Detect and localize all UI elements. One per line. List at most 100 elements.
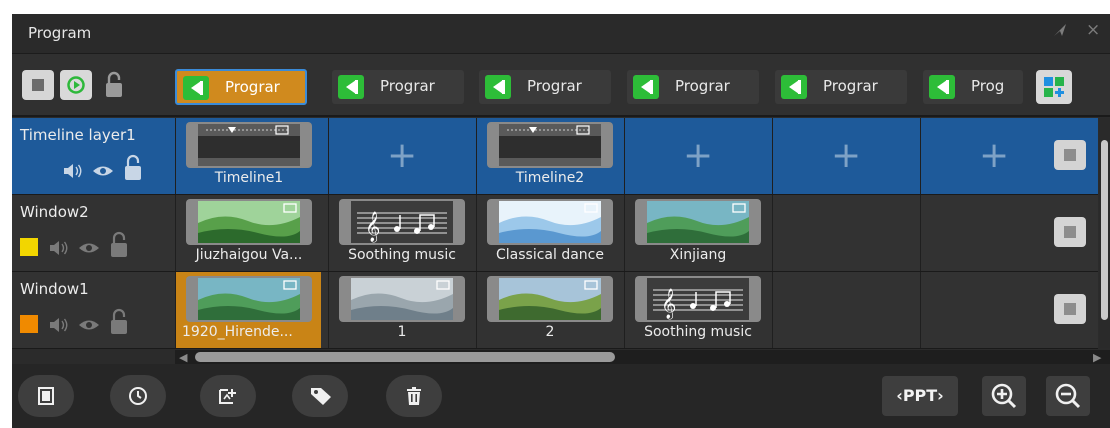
program-tab[interactable]: Prograr <box>627 70 759 104</box>
schedule-button[interactable] <box>110 375 166 417</box>
add-clip-cell[interactable]: + <box>328 118 474 194</box>
film-button[interactable] <box>18 375 74 417</box>
clip-thumbnail[interactable]: 𝄞 <box>635 276 761 322</box>
clip-thumbnail[interactable]: 𝄞 <box>339 199 465 245</box>
lock-icon[interactable] <box>104 70 124 100</box>
add-clip-icon[interactable]: + <box>387 138 417 174</box>
layer-color-swatch[interactable] <box>20 315 38 333</box>
clip-cell[interactable]: Timeline1 <box>175 118 321 194</box>
add-clip-icon[interactable]: + <box>979 138 1009 174</box>
clip-cell[interactable]: 𝄞 Soothing music <box>624 272 770 348</box>
layer-stop-button[interactable] <box>1054 140 1086 170</box>
clip-thumbnail[interactable] <box>487 276 613 322</box>
tag-button[interactable] <box>292 375 348 417</box>
layer-row[interactable]: Window2 Jiuzhaigou Va... 𝄞 Soothing music Cl… <box>12 195 1098 271</box>
eye-icon[interactable] <box>78 316 100 334</box>
program-play-icon <box>485 75 511 99</box>
clip-thumbnail[interactable] <box>186 276 312 322</box>
program-tab-label: Prograr <box>823 77 878 95</box>
add-clip-cell[interactable]: + <box>920 118 1066 194</box>
empty-cell[interactable] <box>920 195 1066 271</box>
ppt-button[interactable]: ‹PPT› <box>882 376 958 416</box>
lock-icon[interactable] <box>124 154 142 182</box>
empty-cell[interactable] <box>920 272 1066 348</box>
zoom-in-button[interactable] <box>982 376 1026 416</box>
clip-label: Timeline2 <box>515 170 585 186</box>
program-tab[interactable]: Prograr <box>332 70 464 104</box>
panel-title: Program <box>28 24 92 42</box>
add-program-button[interactable] <box>1036 70 1072 104</box>
program-tab[interactable]: Prograr <box>775 70 907 104</box>
image-thumbnail <box>499 201 601 243</box>
program-tab[interactable]: Prog <box>923 70 1023 104</box>
lock-icon[interactable] <box>110 231 128 259</box>
clip-thumbnail[interactable] <box>487 199 613 245</box>
layer-row[interactable]: Timeline layer1 Timeline1 + Timeline2 + + + <box>12 118 1098 194</box>
trash-icon <box>407 387 421 405</box>
horizontal-scroll-thumb[interactable] <box>195 352 615 362</box>
layer-stop-button[interactable] <box>1054 294 1086 324</box>
clip-cell[interactable]: Xinjiang <box>624 195 770 271</box>
layer-header[interactable]: Window2 <box>12 195 175 271</box>
program-tab[interactable]: Prograr <box>175 69 307 105</box>
title-bar: Program × <box>12 14 1110 54</box>
add-clip-icon[interactable]: + <box>831 138 861 174</box>
layer-color-swatch[interactable] <box>20 238 38 256</box>
layer-stop-button[interactable] <box>1054 217 1086 247</box>
clip-cell[interactable]: Timeline2 <box>476 118 622 194</box>
eye-icon[interactable] <box>92 162 114 180</box>
clip-thumbnail[interactable] <box>339 276 465 322</box>
program-header-row: Prograr Prograr Prograr Prograr Prograr Prog <box>12 54 1110 117</box>
add-clip-cell[interactable]: + <box>772 118 918 194</box>
clip-label: Jiuzhaigou Va... <box>195 247 303 263</box>
scroll-left-icon[interactable]: ◀ <box>179 351 187 364</box>
layer-name: Window1 <box>20 280 89 298</box>
clip-cell[interactable]: 1 <box>328 272 474 348</box>
horizontal-scrollbar[interactable]: ◀ ▶ <box>175 350 1110 364</box>
clip-cell[interactable]: Jiuzhaigou Va... <box>175 195 321 271</box>
speaker-icon[interactable] <box>48 316 70 334</box>
stop-all-button[interactable] <box>22 70 54 100</box>
clip-cell[interactable]: Classical dance <box>476 195 622 271</box>
clip-thumbnail[interactable] <box>186 122 312 168</box>
row-divider <box>12 271 1098 272</box>
scroll-right-icon[interactable]: ▶ <box>1093 351 1101 364</box>
lock-icon[interactable] <box>110 308 128 336</box>
clip-thumbnail[interactable] <box>186 199 312 245</box>
add-clip-cell[interactable]: + <box>624 118 770 194</box>
clip-label: Xinjiang <box>669 247 727 263</box>
layer-header[interactable]: Timeline layer1 <box>12 118 175 194</box>
delete-button[interactable] <box>386 375 442 417</box>
vertical-scroll-thumb[interactable] <box>1101 140 1108 320</box>
clip-cell[interactable]: 𝄞 Soothing music <box>328 195 474 271</box>
loop-play-icon <box>67 76 85 94</box>
empty-cell[interactable] <box>772 195 918 271</box>
clip-thumbnail[interactable] <box>487 122 613 168</box>
add-program-icon <box>1044 77 1064 97</box>
vertical-scrollbar[interactable] <box>1099 118 1110 348</box>
film-icon <box>38 387 54 405</box>
clock-icon <box>129 387 147 405</box>
clip-cell[interactable]: 2 <box>476 272 622 348</box>
zoom-out-button[interactable] <box>1046 376 1090 416</box>
add-media-icon <box>219 389 236 404</box>
layer-row[interactable]: Window1 1920_Hirende... 1 2 𝄞 Soothing music <box>12 272 1098 348</box>
add-media-button[interactable] <box>200 375 256 417</box>
loop-play-button[interactable] <box>60 70 92 100</box>
close-icon[interactable]: × <box>1086 20 1100 40</box>
pin-icon[interactable] <box>1052 22 1068 43</box>
program-play-icon <box>781 75 807 99</box>
empty-cell[interactable] <box>772 272 918 348</box>
image-thumbnail <box>647 201 749 243</box>
clip-thumbnail[interactable] <box>635 199 761 245</box>
program-tab-label: Prograr <box>225 78 280 96</box>
program-tab[interactable]: Prograr <box>479 70 611 104</box>
speaker-icon[interactable] <box>62 162 84 180</box>
eye-icon[interactable] <box>78 239 100 257</box>
layer-header[interactable]: Window1 <box>12 272 175 348</box>
speaker-icon[interactable] <box>48 239 70 257</box>
add-clip-icon[interactable]: + <box>683 138 713 174</box>
clip-cell[interactable]: 1920_Hirende... <box>175 272 321 348</box>
row-divider <box>12 348 1098 349</box>
image-thumbnail <box>198 201 300 243</box>
